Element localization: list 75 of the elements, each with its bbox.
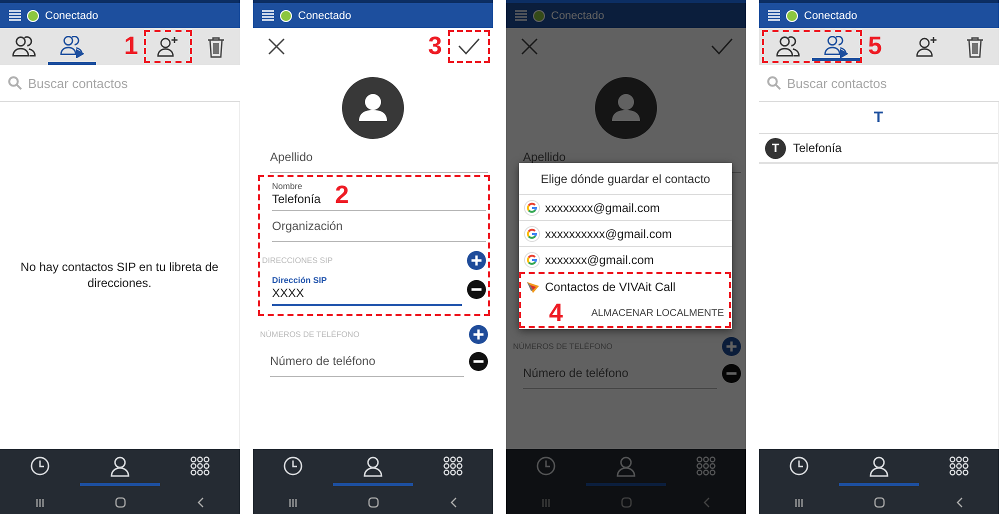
contacts-play-icon xyxy=(824,36,848,58)
account-option[interactable]: xxxxxxxx@gmail.com xyxy=(519,194,732,220)
remove-icon[interactable] xyxy=(468,352,488,371)
add-icon[interactable] xyxy=(466,250,486,270)
search-field[interactable]: Buscar contactos xyxy=(787,76,967,90)
status-text: Conectado xyxy=(45,10,98,22)
remove-icon[interactable] xyxy=(466,280,486,298)
status-dot xyxy=(27,10,39,22)
text-field[interactable]: Número de teléfono xyxy=(270,346,464,377)
home-icon[interactable] xyxy=(874,497,884,508)
empty-message: No hay contactos SIP en tu libreta de direcciones. xyxy=(20,260,220,292)
google-icon xyxy=(524,252,540,268)
status-dot xyxy=(533,10,545,22)
step-number: 3 xyxy=(428,34,442,59)
avatar-icon xyxy=(342,77,404,139)
section-label: NÚMEROS DE TELÉFONO xyxy=(260,330,360,338)
dialog-title: Elige dónde guardar el contacto xyxy=(540,172,710,186)
clock-icon xyxy=(789,456,809,476)
recents-icon[interactable] xyxy=(35,498,45,508)
index-letter: T xyxy=(874,109,884,126)
search-icon xyxy=(767,76,781,90)
check-icon[interactable] xyxy=(458,38,480,55)
step-number: 1 xyxy=(124,34,138,59)
add-person-icon[interactable] xyxy=(916,36,938,57)
store-locally-button[interactable]: ALMACENAR LOCALMENTE xyxy=(591,308,724,318)
step-number: 2 xyxy=(335,183,349,208)
app-icon xyxy=(526,280,540,294)
recents-icon[interactable] xyxy=(794,498,804,508)
status-text: Conectado xyxy=(551,10,604,22)
contacts-icon xyxy=(12,36,36,58)
clock-icon xyxy=(30,456,50,476)
status-text: Conectado xyxy=(804,10,858,22)
search-icon xyxy=(8,76,22,90)
back-icon[interactable] xyxy=(196,497,204,508)
status-dot xyxy=(786,10,798,22)
person-icon xyxy=(363,456,383,476)
account-option[interactable]: xxxxxxxxxx@gmail.com xyxy=(519,220,732,246)
person-icon xyxy=(110,456,130,476)
clock-icon xyxy=(536,456,556,476)
search-field[interactable]: Buscar contactos xyxy=(28,76,208,90)
dialpad-icon xyxy=(696,456,716,476)
text-field[interactable]: Apellido xyxy=(270,142,488,173)
recents-icon[interactable] xyxy=(288,498,298,508)
dialpad-icon xyxy=(443,456,463,476)
add-icon[interactable] xyxy=(468,324,488,344)
add-person-icon[interactable] xyxy=(157,36,179,57)
menu-icon[interactable] xyxy=(262,10,274,21)
contacts-play-icon xyxy=(60,36,84,58)
person-icon xyxy=(616,456,636,476)
clock-icon xyxy=(283,456,303,476)
person-icon xyxy=(869,456,889,476)
back-icon[interactable] xyxy=(956,497,962,508)
dialpad-icon xyxy=(190,456,210,476)
step-number: 5 xyxy=(868,34,882,59)
section-label: DIRECCIONES SIP xyxy=(262,256,334,264)
google-icon xyxy=(524,226,540,242)
step-number: 4 xyxy=(549,300,563,326)
home-icon[interactable] xyxy=(114,497,126,508)
menu-icon[interactable] xyxy=(768,10,780,21)
trash-icon[interactable] xyxy=(207,36,225,58)
dialpad-icon xyxy=(949,456,969,476)
status-dot xyxy=(280,10,292,22)
contacts-icon xyxy=(776,36,800,58)
text-field[interactable]: Organización xyxy=(272,211,486,242)
trash-icon[interactable] xyxy=(966,36,984,58)
check-icon[interactable] xyxy=(711,38,733,55)
back-icon[interactable] xyxy=(450,497,456,508)
home-icon[interactable] xyxy=(368,497,378,508)
google-icon xyxy=(524,200,540,216)
text-field[interactable]: Dirección SIP XXXX xyxy=(272,272,462,306)
menu-icon[interactable] xyxy=(9,10,21,21)
status-text: Conectado xyxy=(298,10,352,22)
close-icon[interactable] xyxy=(268,38,285,55)
account-option[interactable]: xxxxxxx@gmail.com xyxy=(519,246,732,272)
avatar-icon xyxy=(595,77,657,139)
